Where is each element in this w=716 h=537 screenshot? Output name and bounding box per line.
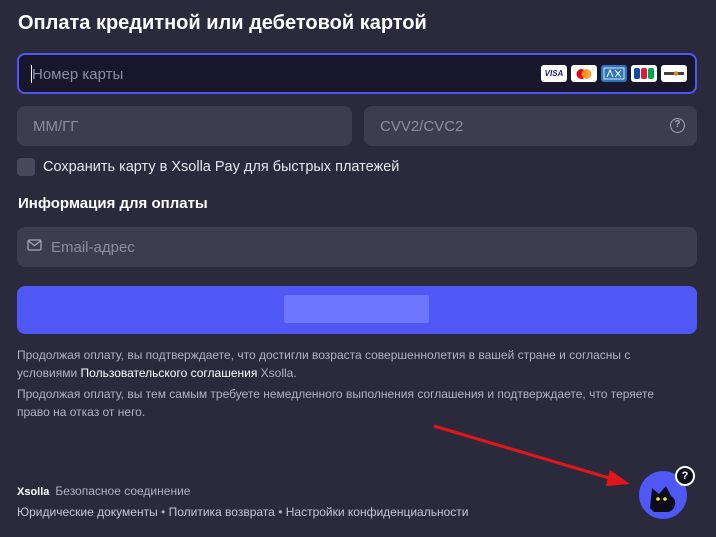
privacy-settings-link[interactable]: Настройки конфиденциальности bbox=[286, 505, 469, 519]
help-icon[interactable]: ? bbox=[670, 118, 685, 133]
pay-button[interactable] bbox=[17, 286, 697, 334]
text-caret bbox=[31, 65, 32, 83]
visa-icon: VISA bbox=[541, 65, 567, 82]
xsolla-logo: Xsolla bbox=[17, 486, 50, 498]
pay-button-label bbox=[284, 295, 429, 323]
support-chat-button[interactable]: ? bbox=[638, 466, 695, 520]
separator: • bbox=[278, 505, 283, 519]
save-card-checkbox[interactable] bbox=[17, 158, 35, 176]
expiry-input[interactable] bbox=[31, 117, 295, 136]
jcb-icon bbox=[631, 65, 657, 82]
secure-connection-label: Безопасное соединение bbox=[55, 484, 191, 498]
amex-icon bbox=[601, 65, 627, 82]
cvv-input[interactable] bbox=[378, 117, 642, 136]
legal-documents-link[interactable]: Юридические документы bbox=[17, 505, 158, 519]
expiry-field[interactable] bbox=[17, 106, 352, 146]
save-card-label: Сохранить карту в Xsolla Pay для быстрых… bbox=[43, 159, 400, 175]
card-brands: VISA bbox=[541, 65, 687, 82]
card-number-field[interactable]: VISA bbox=[17, 53, 697, 94]
separator: • bbox=[161, 505, 166, 519]
user-agreement-link[interactable]: Пользовательского соглашения bbox=[81, 366, 258, 380]
legal-text-agreement: Продолжая оплату, вы подтверждаете, что … bbox=[17, 346, 687, 382]
legal-text-waiver: Продолжая оплату, вы тем самым требуете … bbox=[17, 387, 655, 419]
save-card-row[interactable]: Сохранить карту в Xsolla Pay для быстрых… bbox=[17, 158, 399, 176]
legal-text-part: Xsolla. bbox=[257, 366, 297, 380]
email-input[interactable] bbox=[49, 238, 313, 257]
mastercard-icon bbox=[571, 65, 597, 82]
mail-icon bbox=[27, 239, 42, 251]
secure-connection: Xsolla Безопасное соединение bbox=[17, 484, 190, 498]
support-question-badge: ? bbox=[675, 466, 695, 486]
page-title: Оплата кредитной или дебетовой картой bbox=[18, 12, 427, 34]
email-field[interactable] bbox=[17, 227, 697, 267]
discover-icon bbox=[661, 65, 687, 82]
billing-section-title: Информация для оплаты bbox=[18, 195, 208, 212]
cvv-field[interactable]: ? bbox=[364, 106, 697, 146]
card-number-input[interactable] bbox=[30, 65, 514, 84]
footer-links: Юридические документы • Политика возврат… bbox=[17, 505, 468, 519]
refund-policy-link[interactable]: Политика возврата bbox=[169, 505, 275, 519]
annotation-arrow-icon bbox=[433, 424, 630, 486]
